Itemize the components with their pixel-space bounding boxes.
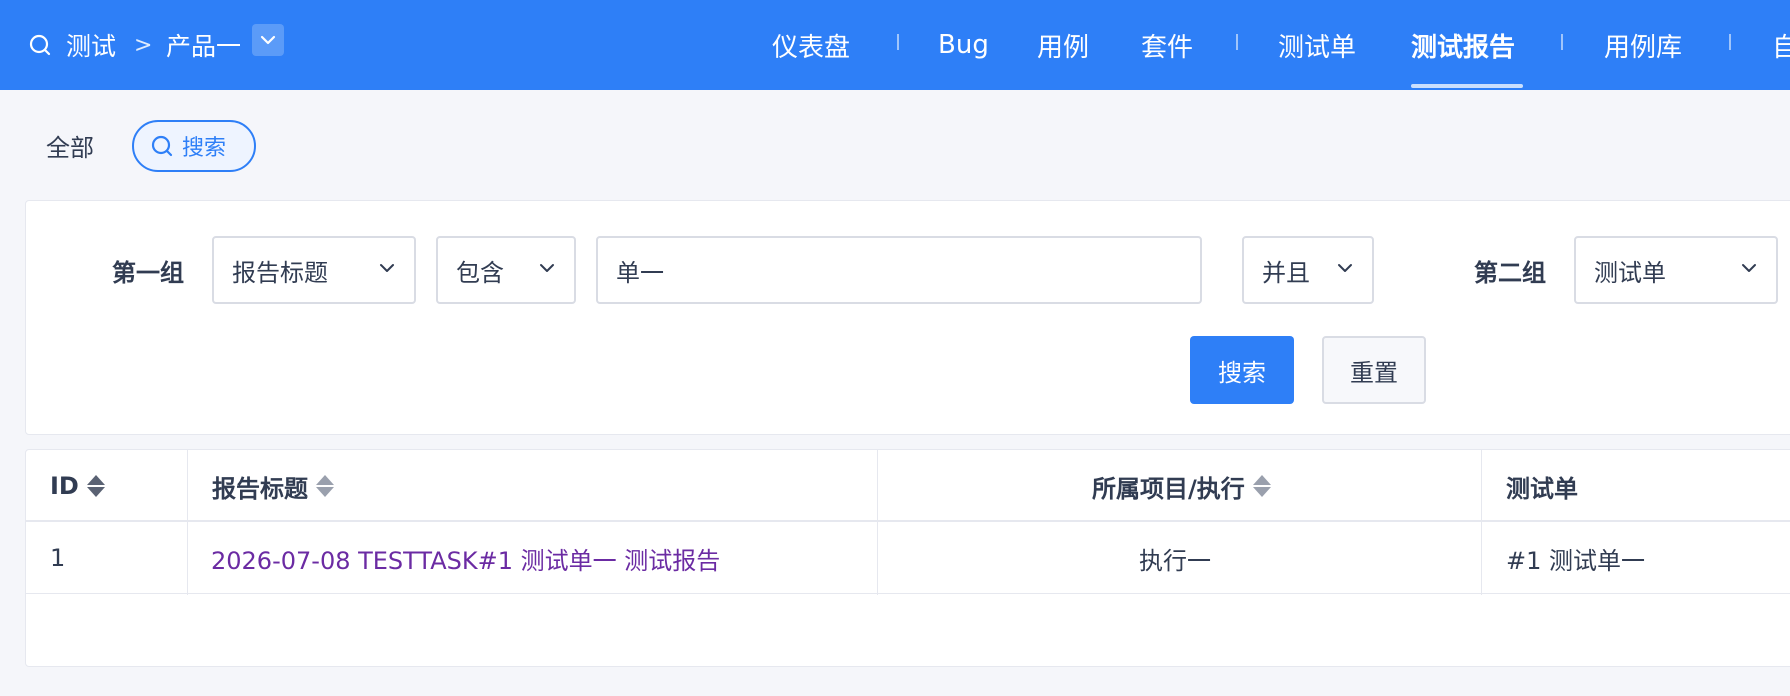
- group1-field-value: 报告标题: [232, 258, 328, 287]
- column-header-execution[interactable]: 所属项目/执行: [1092, 450, 1271, 522]
- nav-divider: [897, 34, 899, 50]
- column-divider: [1481, 450, 1482, 595]
- group1-field-select[interactable]: 报告标题: [212, 236, 416, 304]
- cell-title-link[interactable]: 2026-07-08 TESTTASK#1 测试单一 测试报告: [211, 522, 720, 594]
- cell-execution: 执行一: [1139, 546, 1211, 575]
- chevron-down-icon: [1338, 264, 1352, 272]
- group1-operator-value: 包含: [456, 258, 504, 287]
- column-divider: [877, 450, 878, 595]
- nav-divider: [1236, 34, 1238, 50]
- product-dropdown-button[interactable]: [252, 24, 284, 56]
- logic-value: 并且: [1262, 258, 1310, 287]
- sort-icon[interactable]: [316, 474, 334, 498]
- sort-icon[interactable]: [1252, 474, 1271, 498]
- nav-testreport[interactable]: 测试报告: [1411, 0, 1515, 90]
- cell-testtask: #1 测试单一: [1506, 546, 1646, 575]
- search-button[interactable]: 搜索: [1190, 336, 1294, 404]
- column-header-title[interactable]: 报告标题: [212, 450, 334, 522]
- nav-case[interactable]: 用例: [1037, 0, 1089, 90]
- group2-field-select[interactable]: 测试单: [1574, 236, 1778, 304]
- chevron-down-icon: [260, 35, 276, 45]
- reset-button[interactable]: 重置: [1322, 336, 1426, 404]
- column-header-label: 所属项目/执行: [1092, 474, 1245, 503]
- nav-divider: [1729, 34, 1731, 50]
- nav-divider: [1561, 34, 1563, 50]
- search-icon[interactable]: [28, 0, 54, 90]
- product-name[interactable]: 产品一: [166, 0, 241, 90]
- chevron-down-icon: [1742, 264, 1756, 272]
- group1-value-input[interactable]: 单一: [596, 236, 1202, 304]
- filter-all[interactable]: 全部: [46, 128, 94, 163]
- logic-select[interactable]: 并且: [1242, 236, 1374, 304]
- report-table: ID 报告标题 所属项目/执行 测试单 1 2026-07-08 TESTTAS…: [25, 449, 1790, 667]
- nav-more[interactable]: 自: [1772, 0, 1790, 90]
- group2-label: 第二组: [1474, 259, 1546, 287]
- nav-bug[interactable]: Bug: [938, 0, 989, 90]
- column-divider: [187, 450, 188, 595]
- column-header-id[interactable]: ID: [50, 450, 105, 522]
- filter-search-label: 搜索: [182, 136, 227, 161]
- table-row: 1 2026-07-08 TESTTASK#1 测试单一 测试报告 执行一 #1…: [26, 522, 1790, 594]
- group2-field-value: 测试单: [1594, 258, 1666, 287]
- chevron-down-icon: [540, 264, 554, 272]
- column-header-label: ID: [50, 472, 79, 500]
- search-icon: [151, 135, 173, 157]
- column-header-label: 测试单: [1506, 474, 1578, 503]
- group1-operator-select[interactable]: 包含: [436, 236, 576, 304]
- column-header-testtask: 测试单: [1506, 450, 1578, 522]
- top-navbar: 测试 > 产品一 仪表盘 Bug 用例 套件 测试单 测试报告 用例库 自: [0, 0, 1790, 90]
- cell-id: 1: [50, 544, 66, 572]
- nav-dashboard[interactable]: 仪表盘: [772, 0, 850, 90]
- chevron-down-icon: [380, 264, 394, 272]
- nav-testtask[interactable]: 测试单: [1278, 0, 1356, 90]
- sort-icon[interactable]: [86, 474, 105, 498]
- breadcrumb-separator: >: [134, 32, 153, 58]
- group1-label: 第一组: [112, 259, 184, 287]
- filter-search-tab[interactable]: 搜索: [132, 120, 256, 172]
- nav-caselib[interactable]: 用例库: [1604, 0, 1682, 90]
- nav-active-indicator: [1411, 84, 1523, 88]
- breadcrumb-root[interactable]: 测试: [66, 0, 116, 90]
- nav-suite[interactable]: 套件: [1141, 0, 1193, 90]
- table-header-row: ID 报告标题 所属项目/执行 测试单: [26, 450, 1790, 522]
- column-header-label: 报告标题: [212, 474, 308, 503]
